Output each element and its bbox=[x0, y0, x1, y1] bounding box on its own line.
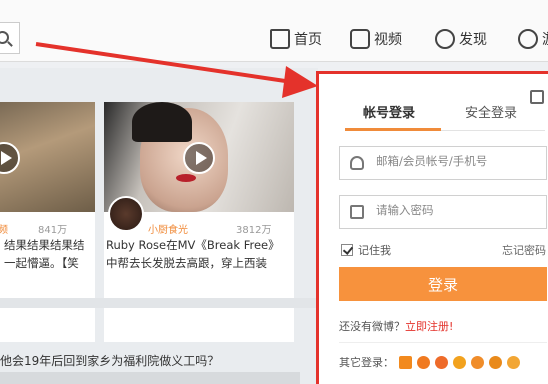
avatar[interactable] bbox=[108, 196, 144, 232]
tmall-icon[interactable] bbox=[453, 355, 466, 369]
tab-active-indicator bbox=[345, 128, 441, 131]
password-input[interactable] bbox=[376, 203, 541, 217]
top-nav-bar: 首页 视频 发现 游 bbox=[0, 0, 548, 62]
search-button[interactable] bbox=[0, 22, 20, 54]
video-feed: 频 841万 结果结果结果结 一起懵逼。【笑 小厨食光 3812万 Ruby R… bbox=[0, 68, 318, 384]
other-login-label: 其它登录： bbox=[339, 356, 394, 369]
nav-home[interactable]: 首页 bbox=[270, 28, 322, 50]
qq-icon[interactable] bbox=[399, 355, 412, 369]
baidu-icon[interactable] bbox=[471, 355, 484, 369]
register-link[interactable]: 立即注册! bbox=[405, 320, 453, 333]
nav-video[interactable]: 视频 bbox=[350, 28, 402, 50]
home-icon bbox=[270, 29, 290, 49]
register-prompt: 还没有微博？立即注册! bbox=[339, 318, 453, 334]
password-field[interactable] bbox=[339, 195, 547, 229]
nav-game-label: 游 bbox=[542, 29, 548, 49]
lips-image bbox=[176, 174, 196, 182]
paw-icon[interactable] bbox=[489, 355, 502, 369]
cloud-icon bbox=[518, 29, 538, 49]
weibo-icon[interactable] bbox=[435, 355, 448, 369]
divider bbox=[339, 342, 547, 343]
discover-icon bbox=[435, 29, 455, 49]
play-count: 841万 bbox=[38, 225, 68, 236]
username-field[interactable] bbox=[339, 146, 547, 180]
tab-secure-login[interactable]: 安全登录 bbox=[465, 102, 517, 121]
nav-video-label: 视频 bbox=[374, 32, 402, 48]
remember-label[interactable]: 记住我 bbox=[358, 242, 391, 258]
hair-image bbox=[132, 102, 192, 142]
login-button[interactable]: 登录 bbox=[339, 267, 547, 301]
tab-account-login[interactable]: 帐号登录 bbox=[363, 102, 415, 121]
login-panel: 帐号登录 安全登录 记住我 忘记密码 登录 还没有微博？立即注册! 其它登录： bbox=[316, 71, 548, 384]
video-title-line1[interactable]: Ruby Rose在MV《Break Free》 bbox=[106, 236, 292, 254]
card-author[interactable]: 小厨食光 bbox=[148, 221, 188, 236]
forgot-password-link[interactable]: 忘记密码 bbox=[502, 242, 546, 258]
nav-discover-label: 发现 bbox=[459, 32, 487, 48]
tencent-icon[interactable] bbox=[417, 355, 430, 369]
login-tabs: 帐号登录 安全登录 bbox=[319, 96, 548, 131]
card-author[interactable]: 频 bbox=[0, 221, 8, 236]
video-icon bbox=[350, 29, 370, 49]
section-divider bbox=[0, 298, 318, 308]
nav-discover[interactable]: 发现 bbox=[435, 28, 487, 50]
search-icon bbox=[0, 31, 9, 44]
nav-game[interactable]: 游 bbox=[518, 28, 548, 50]
feather-icon[interactable] bbox=[507, 355, 520, 369]
video-title-line1[interactable]: 结果结果结果结 bbox=[4, 236, 95, 254]
user-icon bbox=[350, 156, 364, 170]
play-icon[interactable] bbox=[183, 142, 215, 174]
video-title-line2[interactable]: 一起懵逼。【笑 bbox=[4, 254, 95, 272]
no-account-text: 还没有微博？ bbox=[339, 320, 405, 333]
play-count: 3812万 bbox=[236, 225, 272, 236]
remember-checkbox[interactable] bbox=[341, 244, 353, 256]
next-card-strip bbox=[0, 372, 300, 384]
feed-item-title[interactable]: 他会19年后回到家乡为福利院做义工吗？ bbox=[0, 352, 219, 369]
username-input[interactable] bbox=[376, 154, 541, 168]
nav-home-label: 首页 bbox=[294, 32, 322, 48]
other-login: 其它登录： bbox=[339, 354, 520, 370]
lock-icon bbox=[350, 205, 364, 219]
remember-me[interactable]: 记住我 bbox=[341, 242, 391, 258]
video-title-line2[interactable]: 中帮去长发脱去高跟，穿上西装 bbox=[106, 254, 292, 272]
